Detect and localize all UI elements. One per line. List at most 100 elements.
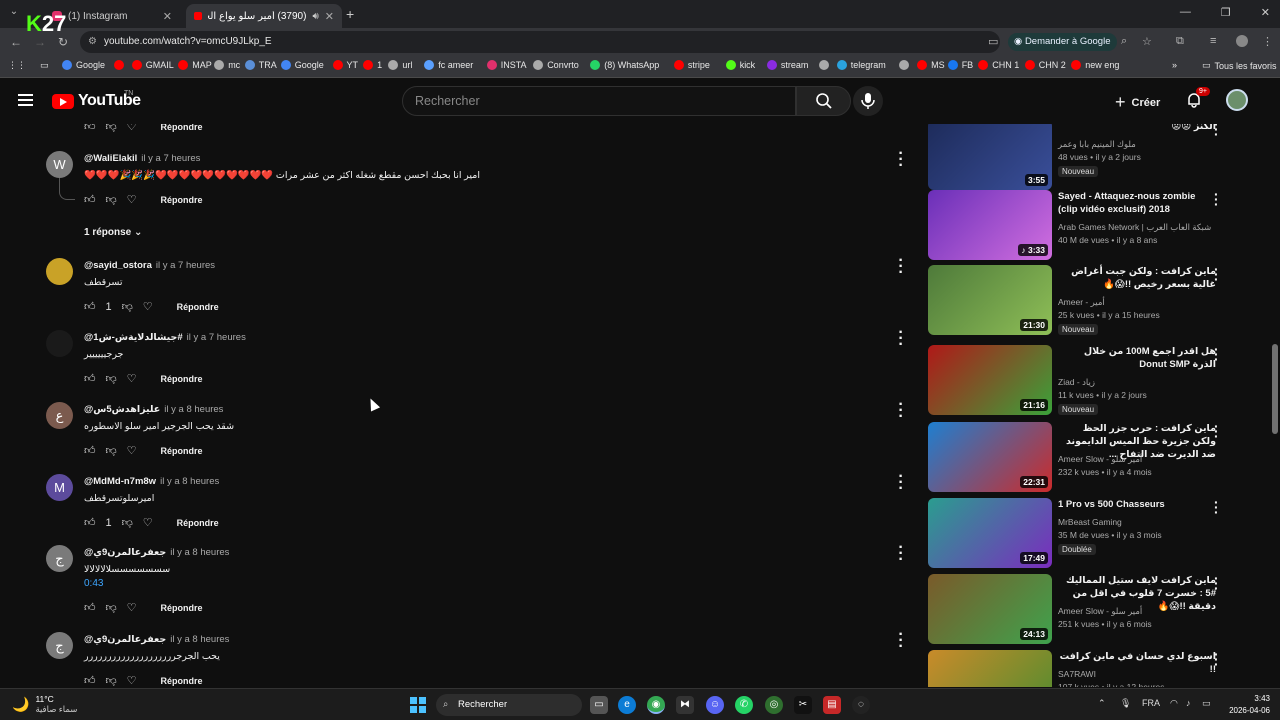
comment-author[interactable]: @WaliElakil: [84, 153, 137, 164]
voice-search-button[interactable]: [853, 86, 883, 116]
bookmark-item[interactable]: kick: [725, 60, 755, 70]
url-bar[interactable]: ⚙ youtube.com/watch?v=omcU9JLkp_E: [80, 31, 1000, 53]
more-actions-icon[interactable]: · · ·: [896, 146, 906, 174]
hamburger-menu-icon[interactable]: [18, 94, 33, 106]
apps-icon[interactable]: ⋮⋮: [8, 60, 26, 71]
more-bookmarks-icon[interactable]: »: [1172, 60, 1177, 70]
video-menu-icon[interactable]: · · ·: [1214, 342, 1219, 366]
windows-start-icon[interactable]: [410, 697, 426, 713]
like-icon[interactable]: 👍︎: [84, 300, 96, 313]
video-title[interactable]: 1 Pro vs 500 Chasseurs: [1058, 498, 1216, 511]
related-video[interactable]: 21:30 ماين كرافت : ولكن جبت أغراض غالية ب…: [928, 262, 1228, 337]
related-video[interactable]: 3:55 الكنز 😡😡 ملوك المينيم بابا وعمر 48 vue…: [928, 124, 1228, 192]
video-thumbnail[interactable]: 24:13: [928, 574, 1052, 644]
like-icon[interactable]: 👍︎: [84, 601, 96, 614]
office-icon[interactable]: ▤: [823, 696, 841, 714]
ask-google-button[interactable]: ◉ Demander à Google: [1008, 33, 1117, 51]
video-menu-icon[interactable]: · · ·: [1214, 187, 1219, 211]
folder-icon[interactable]: ▭: [40, 60, 49, 71]
related-video[interactable]: ♪ 3:33 Sayed - Attaquez-nous zombie (clip…: [928, 187, 1228, 262]
comment-avatar[interactable]: ع: [46, 402, 73, 429]
comment-author[interactable]: @MdMd-n7m8w: [84, 476, 156, 487]
video-thumbnail[interactable]: 3:55: [928, 124, 1052, 190]
related-video[interactable]: اسبوع لدي حسان في ماين كرافت !! SA7RAWI 10…: [928, 647, 1228, 687]
reply-button[interactable]: Répondre: [161, 374, 203, 384]
related-video[interactable]: 22:31 ماين كرافت : حرب جزر الحظ ولكن جزير…: [928, 419, 1228, 494]
battery-icon[interactable]: ▭: [1202, 698, 1211, 709]
dislike-icon[interactable]: 👎︎: [106, 193, 117, 206]
bookmark-item[interactable]: GMAIL: [131, 60, 174, 70]
video-title[interactable]: ماين كرافت : ولكن جبت أغراض غالية بسعر ر…: [1058, 265, 1216, 291]
clock[interactable]: 3:43 2026-04-06: [1229, 693, 1270, 717]
bookmark-item[interactable]: fc ameer: [424, 60, 473, 70]
bookmark-item[interactable]: CHN 2: [1024, 60, 1066, 70]
comment-time[interactable]: il y a 7 heures: [187, 332, 246, 343]
xbox-icon[interactable]: ◎: [765, 696, 783, 714]
page-scrollbar[interactable]: [1272, 124, 1278, 687]
heart-icon[interactable]: ♡: [143, 516, 153, 529]
video-channel[interactable]: MrBeast Gaming: [1058, 517, 1122, 527]
video-channel[interactable]: Arab Games Network | شبكة العاب العرب: [1058, 222, 1211, 233]
video-thumbnail[interactable]: 22:31: [928, 422, 1052, 492]
video-title[interactable]: الكنز 😡😡: [1058, 124, 1216, 133]
video-thumbnail[interactable]: 21:16: [928, 345, 1052, 415]
more-actions-icon[interactable]: · · ·: [896, 627, 906, 655]
menu-icon[interactable]: ⋮: [1262, 35, 1273, 48]
comment-avatar[interactable]: ج: [46, 545, 73, 572]
comment-author[interactable]: @sayid_ostora: [84, 260, 152, 271]
video-menu-icon[interactable]: · · ·: [1214, 495, 1219, 519]
cast-icon[interactable]: ▭: [988, 35, 998, 48]
like-icon[interactable]: 👍︎: [84, 193, 96, 206]
bookmark-item[interactable]: Google: [62, 60, 105, 70]
reply-button[interactable]: Répondre: [177, 518, 219, 528]
reply-button[interactable]: Répondre: [161, 603, 203, 613]
bookmark-item[interactable]: [899, 60, 910, 70]
comment-avatar[interactable]: [46, 330, 73, 357]
weather-widget[interactable]: 🌙 11°C سماء صافية: [12, 694, 77, 715]
dislike-icon[interactable]: 👎︎: [122, 516, 133, 529]
reply-button[interactable]: Répondre: [161, 124, 203, 132]
comment-avatar[interactable]: W: [46, 151, 73, 178]
obs-icon[interactable]: ◌: [852, 696, 870, 714]
microphone-icon[interactable]: 🎙︎: [1120, 698, 1131, 709]
video-menu-icon[interactable]: · · ·: [1214, 571, 1219, 595]
video-menu-icon[interactable]: · · ·: [1214, 647, 1219, 671]
dislike-icon[interactable]: 👎︎: [106, 124, 117, 133]
video-title[interactable]: هل اقدر اجمع 100M من خلال الذرة Donut SM…: [1058, 345, 1216, 371]
discord-icon[interactable]: ☺: [706, 696, 724, 714]
bookmark-item[interactable]: 1: [363, 60, 382, 70]
taskbar-search[interactable]: ⌕ Rechercher: [436, 694, 582, 716]
reply-button[interactable]: Répondre: [161, 446, 203, 456]
whatsapp-icon[interactable]: ✆: [735, 696, 753, 714]
heart-icon[interactable]: ♡: [127, 601, 137, 614]
timestamp-link[interactable]: 0:43: [84, 578, 103, 589]
comment-time[interactable]: il y a 8 heures: [170, 634, 229, 645]
back-icon[interactable]: ←: [10, 35, 22, 49]
reply-button[interactable]: Répondre: [161, 676, 203, 686]
scrollbar-thumb[interactable]: [1272, 344, 1278, 434]
capcut-editor-icon[interactable]: ✂: [794, 696, 812, 714]
heart-icon[interactable]: ♡: [127, 124, 137, 133]
bookmark-item[interactable]: TRA: [244, 60, 277, 70]
comment-author[interactable]: @جعفرعالمرن9ي: [84, 547, 166, 558]
more-actions-icon[interactable]: · · ·: [896, 253, 906, 281]
comment-author[interactable]: @جعفرعالمرن9ي: [84, 634, 166, 645]
language-indicator[interactable]: FRA: [1142, 698, 1160, 708]
video-title[interactable]: Sayed - Attaquez-nous zombie (clip vidéo…: [1058, 190, 1216, 216]
video-channel[interactable]: Ameer Slow - أمير سلو: [1058, 606, 1142, 617]
bookmark-item[interactable]: Google: [280, 60, 324, 70]
heart-icon[interactable]: ♡: [143, 300, 153, 313]
capcut-icon[interactable]: ⧓: [676, 696, 694, 714]
comment-avatar[interactable]: ج: [46, 632, 73, 659]
bookmark-item[interactable]: YT: [332, 60, 358, 70]
minimize-icon[interactable]: —: [1180, 6, 1191, 19]
wifi-icon[interactable]: ◠: [1170, 698, 1178, 709]
video-menu-icon[interactable]: · · ·: [1214, 124, 1219, 141]
bookmark-item[interactable]: [113, 60, 124, 70]
related-video[interactable]: 17:49 1 Pro vs 500 Chasseurs MrBeast Gamin…: [928, 495, 1228, 570]
more-actions-icon[interactable]: · · ·: [896, 469, 906, 497]
bookmark-item[interactable]: MAP: [178, 60, 212, 70]
heart-icon[interactable]: ♡: [127, 444, 137, 457]
create-button[interactable]: + Créer: [1115, 92, 1160, 113]
like-icon[interactable]: 👍︎: [84, 674, 96, 687]
